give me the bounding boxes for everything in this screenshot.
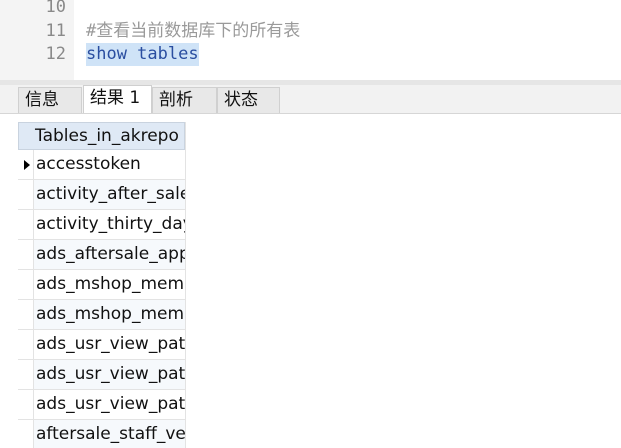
table-name-cell[interactable]: ads_mshop_mem: [36, 270, 184, 299]
table-row[interactable]: ads_mshop_mem: [18, 270, 185, 300]
table-name-cell[interactable]: aftersale_staff_ver: [36, 420, 185, 448]
tab-info[interactable]: 信息: [18, 87, 82, 113]
table-row[interactable]: accesstoken: [18, 150, 185, 180]
table-name-cell[interactable]: ads_mshop_mem: [36, 300, 184, 329]
tab-status[interactable]: 状态: [217, 87, 280, 113]
row-selector[interactable]: [18, 300, 34, 329]
line-number: 11: [45, 21, 66, 41]
navicat-query-window: 10 11 #查看当前数据库下的所有表 12 show tables 信息 结果…: [0, 0, 621, 448]
row-selector[interactable]: [18, 270, 34, 299]
row-selector[interactable]: [18, 360, 34, 389]
result-tabs: 信息 结果 1 剖析 状态: [0, 85, 621, 114]
row-selector[interactable]: [18, 240, 34, 269]
column-header-tables[interactable]: Tables_in_akrepo: [18, 122, 185, 150]
table-row[interactable]: ads_aftersale_app: [18, 240, 185, 270]
editor-line-12[interactable]: 12 show tables: [0, 43, 621, 66]
tab-profile[interactable]: 剖析: [152, 87, 217, 113]
row-selector[interactable]: [18, 210, 34, 239]
sql-comment: #查看当前数据库下的所有表: [86, 21, 301, 41]
table-row[interactable]: ads_usr_view_pat: [18, 330, 185, 360]
table-row[interactable]: ads_usr_view_pat: [18, 390, 185, 420]
table-row[interactable]: ads_usr_view_pat: [18, 360, 185, 390]
table-name-cell[interactable]: ads_usr_view_pat: [36, 360, 185, 389]
grid-rows: accesstoken activity_after_sale activity_t…: [18, 150, 185, 448]
table-name-cell[interactable]: activity_thirty_day: [36, 210, 185, 239]
selected-sql-statement: show tables: [86, 43, 199, 66]
table-name-cell[interactable]: accesstoken: [36, 150, 141, 179]
table-name-cell[interactable]: ads_aftersale_app: [36, 240, 185, 269]
table-name-cell[interactable]: activity_after_sale: [36, 180, 185, 209]
row-selector[interactable]: [18, 180, 34, 209]
row-selector[interactable]: [18, 420, 34, 448]
editor-line-11[interactable]: 11 #查看当前数据库下的所有表: [0, 20, 621, 43]
table-name-cell[interactable]: ads_usr_view_pat: [36, 390, 185, 419]
results-panel: Tables_in_akrepo accesstoken activity_aft…: [0, 114, 621, 448]
table-row[interactable]: activity_after_sale: [18, 180, 185, 210]
row-selector[interactable]: [18, 330, 34, 359]
line-number: 10: [45, 0, 66, 17]
line-number: 12: [45, 44, 66, 64]
editor-line-10[interactable]: 10: [0, 0, 621, 19]
tab-result-1[interactable]: 结果 1: [83, 85, 152, 113]
table-row[interactable]: aftersale_staff_ver: [18, 420, 185, 448]
current-row-arrow-icon[interactable]: [18, 150, 34, 179]
table-row[interactable]: activity_thirty_day: [18, 210, 185, 240]
table-name-cell[interactable]: ads_usr_view_pat: [36, 330, 185, 359]
sql-editor[interactable]: 10 11 #查看当前数据库下的所有表 12 show tables: [0, 0, 621, 80]
table-row[interactable]: ads_mshop_mem: [18, 300, 185, 330]
grid-border: [185, 122, 186, 448]
results-grid[interactable]: Tables_in_akrepo accesstoken activity_aft…: [18, 122, 185, 448]
row-selector[interactable]: [18, 390, 34, 419]
